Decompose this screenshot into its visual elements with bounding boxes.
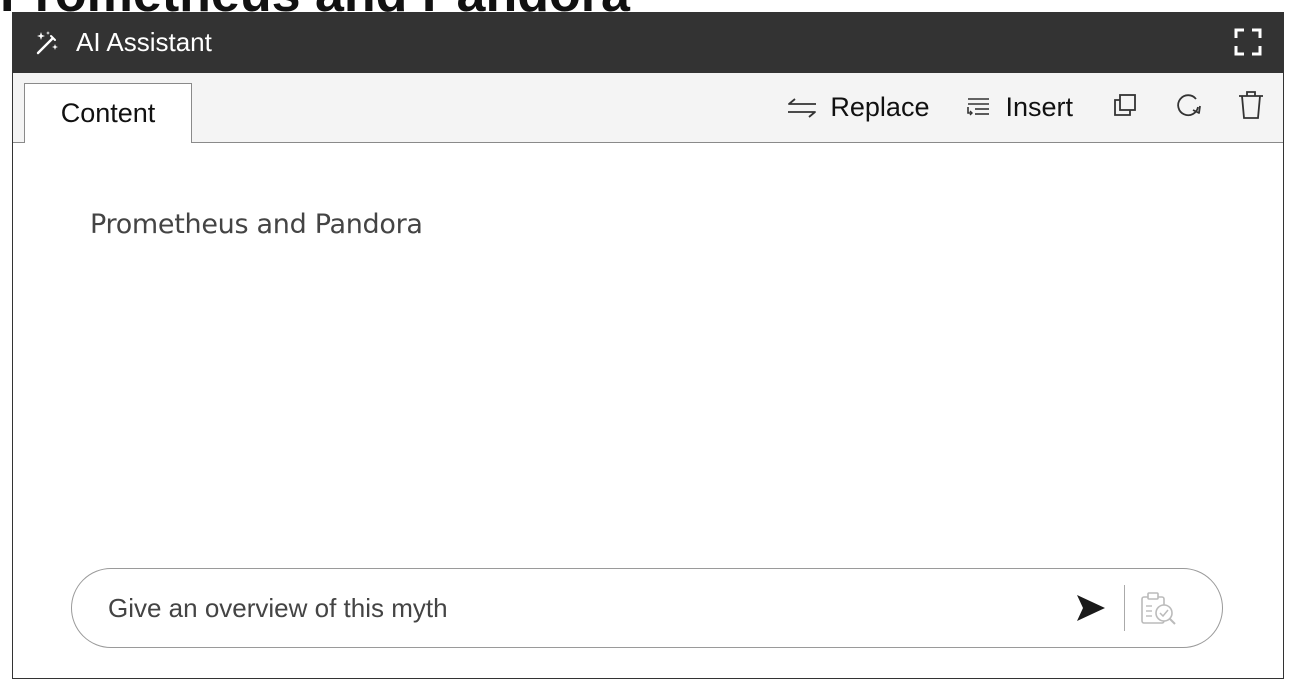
review-icon[interactable] (1138, 589, 1180, 629)
refresh-icon (1175, 91, 1203, 124)
insert-button[interactable]: Insert (965, 92, 1073, 123)
copy-icon (1112, 92, 1138, 123)
prompt-divider (1124, 585, 1125, 631)
replace-label: Replace (830, 92, 930, 122)
assistant-title: AI Assistant (76, 27, 212, 57)
generated-content: Prometheus and Pandora (90, 209, 423, 240)
trash-icon (1237, 90, 1265, 125)
tab-content-label: Content (60, 98, 156, 128)
magic-wand-icon (32, 28, 62, 58)
replace-button[interactable]: Replace (786, 92, 929, 123)
content-toolbar: Replace Insert (786, 73, 1283, 142)
copy-button[interactable] (1109, 92, 1141, 124)
send-icon[interactable] (1074, 592, 1108, 624)
assistant-titlebar: AI Assistant (13, 12, 1283, 73)
ai-assistant-panel: AI Assistant Content Replace Insert Prom… (12, 12, 1284, 679)
insert-label: Insert (1005, 92, 1073, 122)
prompt-input[interactable] (106, 587, 1050, 629)
delete-button[interactable] (1235, 90, 1267, 125)
prompt-box (71, 568, 1223, 648)
swap-arrows-icon (786, 96, 818, 120)
expand-icon[interactable] (1233, 27, 1263, 57)
regenerate-button[interactable] (1173, 92, 1205, 124)
insert-lines-icon (965, 96, 991, 120)
tab-content[interactable]: Content (24, 83, 192, 143)
tab-bar: Content Replace Insert (13, 73, 1283, 143)
